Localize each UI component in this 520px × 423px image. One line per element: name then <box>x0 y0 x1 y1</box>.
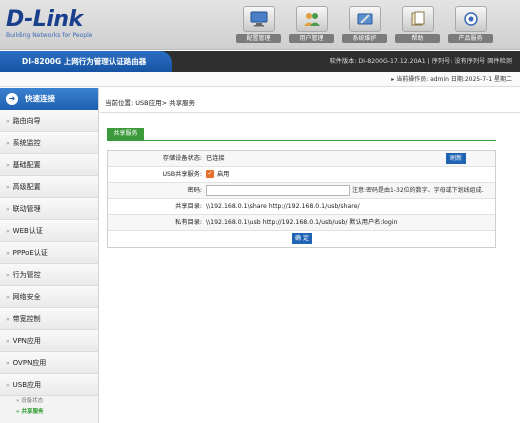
sidebar-item-web-auth[interactable]: » WEB认证 <box>0 220 98 242</box>
sidebar-item-usb[interactable]: » USB应用 <box>0 374 98 396</box>
form-row-submit: 确 定 <box>108 231 495 247</box>
sidebar-item-behavior-control[interactable]: » 行为管控 <box>0 264 98 286</box>
sidebar-item-label: VPN应用 <box>12 337 41 345</box>
chevron-right-icon: » <box>6 184 10 191</box>
sidebar-item-system-monitor[interactable]: » 系统监控 <box>0 132 98 154</box>
header: D-Link Building Networks for People 配置管理… <box>0 0 520 50</box>
sidebar-item-linkage[interactable]: » 联动管理 <box>0 198 98 220</box>
nav-help[interactable]: 帮助 <box>391 6 444 46</box>
breadcrumb: 当前位置: USB应用> 共享服务 <box>105 99 196 107</box>
nav-label: 用户管理 <box>289 34 334 43</box>
quick-connect-label: 快速连接 <box>25 94 55 103</box>
sidebar-item-label: 路由向导 <box>12 117 41 125</box>
checkbox-checked-icon[interactable]: ✓ <box>206 170 214 178</box>
form-row-usb-share: USB共享服务: ✓ 启用 <box>108 167 495 183</box>
nav-user-management[interactable]: 用户管理 <box>285 6 338 46</box>
chevron-right-icon: » <box>6 294 10 301</box>
form-row-password: 密码: 注意:密码是由1-32位的数字、字母或下划线组成. <box>108 183 495 199</box>
sidebar-item-label: PPPoE认证 <box>12 249 48 257</box>
form-row-private-dir: 私有目录: \\192.168.0.1\usb http://192.168.0… <box>108 215 495 231</box>
tools-icon <box>348 6 381 32</box>
help-book-icon <box>401 6 434 32</box>
sidebar-item-advanced-config[interactable]: » 高级配置 <box>0 176 98 198</box>
chevron-right-icon: » <box>6 272 10 279</box>
sidebar-quick-connect[interactable]: ➜ 快速连接 <box>0 88 98 110</box>
private-dir-value: \\192.168.0.1\usb http://192.168.0.1/usb… <box>206 219 398 226</box>
chevron-right-icon: » <box>6 250 10 257</box>
main-content: 当前位置: USB应用> 共享服务 共享服务 存储设备状态: 已连接 刷新 US… <box>100 88 520 423</box>
confirm-button[interactable]: 确 定 <box>292 233 312 244</box>
chevron-right-icon: » <box>6 382 10 389</box>
system-info: 软件版本: DI-8200G-17.12.20A1 | 序列号: 没有序列号 固… <box>329 58 512 65</box>
operator-line: ▸ 当前操作员: admin 日期:2025-7-1 星期二 <box>0 72 520 87</box>
chevron-right-icon: » <box>6 140 10 147</box>
form-row-share-dir: 共享目录: \\192.168.0.1\share http://192.168… <box>108 199 495 215</box>
logo-tagline: Building Networks for People <box>6 32 93 39</box>
sidebar-item-pppoe-auth[interactable]: » PPPoE认证 <box>0 242 98 264</box>
title-bar: DI-8200G 上网行为管理认证路由器 软件版本: DI-8200G-17.1… <box>0 51 520 72</box>
storage-status-value: 已连接 <box>206 155 225 162</box>
sidebar: ➜ 快速连接 » 路由向导 » 系统监控 » 基础配置 » 高级配置 » 联动管理 » WE… <box>0 88 99 423</box>
chevron-right-icon: » <box>6 118 10 125</box>
users-icon <box>295 6 328 32</box>
nav-label: 配置管理 <box>236 34 281 43</box>
sidebar-item-vpn[interactable]: » VPN应用 <box>0 330 98 352</box>
chevron-right-icon: » <box>6 360 10 367</box>
logo-text: D-Link <box>6 7 83 32</box>
nav-config-management[interactable]: 配置管理 <box>232 6 285 46</box>
tab-underline <box>107 140 496 141</box>
sidebar-item-label: WEB认证 <box>12 227 43 235</box>
sidebar-item-ovpn[interactable]: » OVPN应用 <box>0 352 98 374</box>
quick-connect-icon: ➜ <box>6 93 18 105</box>
sidebar-subitem-share-service[interactable]: » 共享服务 <box>0 407 98 418</box>
sidebar-item-label: 基础配置 <box>12 161 41 169</box>
form-row-storage: 存储设备状态: 已连接 刷新 <box>108 151 495 167</box>
divider <box>100 112 520 113</box>
usb-share-value: 启用 <box>217 171 230 178</box>
monitor-icon <box>242 6 275 32</box>
chevron-right-icon: » <box>6 162 10 169</box>
sidebar-subitem-device-status[interactable]: » 设备状态 <box>0 396 98 407</box>
sidebar-item-label: 行为管控 <box>12 271 41 279</box>
nav-system-maintenance[interactable]: 系统维护 <box>338 6 391 46</box>
password-note: 注意:密码是由1-32位的数字、字母或下划线组成. <box>352 187 484 194</box>
sidebar-item-label: 带宽控制 <box>12 315 41 323</box>
sidebar-item-label: 系统监控 <box>12 139 41 147</box>
private-dir-label: 私有目录: <box>175 219 202 226</box>
sidebar-item-network-security[interactable]: » 网络安全 <box>0 286 98 308</box>
usb-share-label: USB共享服务: <box>162 171 202 178</box>
chevron-right-icon: » <box>6 206 10 213</box>
usb-share-toggle[interactable]: ✓ 启用 <box>206 167 229 183</box>
refresh-button[interactable]: 刷新 <box>446 153 466 164</box>
sidebar-item-basic-config[interactable]: » 基础配置 <box>0 154 98 176</box>
sidebar-item-label: 联动管理 <box>12 205 41 213</box>
share-dir-value: \\192.168.0.1\share http://192.168.0.1/u… <box>206 203 360 210</box>
password-input[interactable] <box>206 185 350 196</box>
sidebar-item-bandwidth[interactable]: » 带宽控制 <box>0 308 98 330</box>
operator-info: ▸ 当前操作员: admin 日期:2025-7-1 星期二 <box>391 76 512 83</box>
dlink-logo: D-Link Building Networks for People <box>6 7 93 40</box>
sidebar-item-label: USB应用 <box>12 381 42 389</box>
service-icon <box>454 6 487 32</box>
nav-label: 帮助 <box>395 34 440 43</box>
chevron-right-icon: » <box>6 228 10 235</box>
chevron-right-icon: » <box>6 316 10 323</box>
share-service-form: 存储设备状态: 已连接 刷新 USB共享服务: ✓ 启用 密码: 注意:密码是由1… <box>107 150 496 248</box>
top-nav: 配置管理 用户管理 系统维护 帮助 产品服务 <box>232 6 497 46</box>
chevron-right-icon: » <box>6 338 10 345</box>
model-title: DI-8200G 上网行为管理认证路由器 <box>0 51 172 72</box>
nav-label: 系统维护 <box>342 34 387 43</box>
sidebar-item-label: 网络安全 <box>12 293 41 301</box>
storage-status-label: 存储设备状态: <box>162 155 202 162</box>
nav-label: 产品服务 <box>448 34 493 43</box>
sidebar-item-label: OVPN应用 <box>12 359 47 367</box>
share-dir-label: 共享目录: <box>175 203 202 210</box>
tab-share-service[interactable]: 共享服务 <box>107 128 144 140</box>
password-label: 密码: <box>187 187 202 194</box>
nav-product-service[interactable]: 产品服务 <box>444 6 497 46</box>
sidebar-item-label: 高级配置 <box>12 183 41 191</box>
sidebar-item-route-wizard[interactable]: » 路由向导 <box>0 110 98 132</box>
